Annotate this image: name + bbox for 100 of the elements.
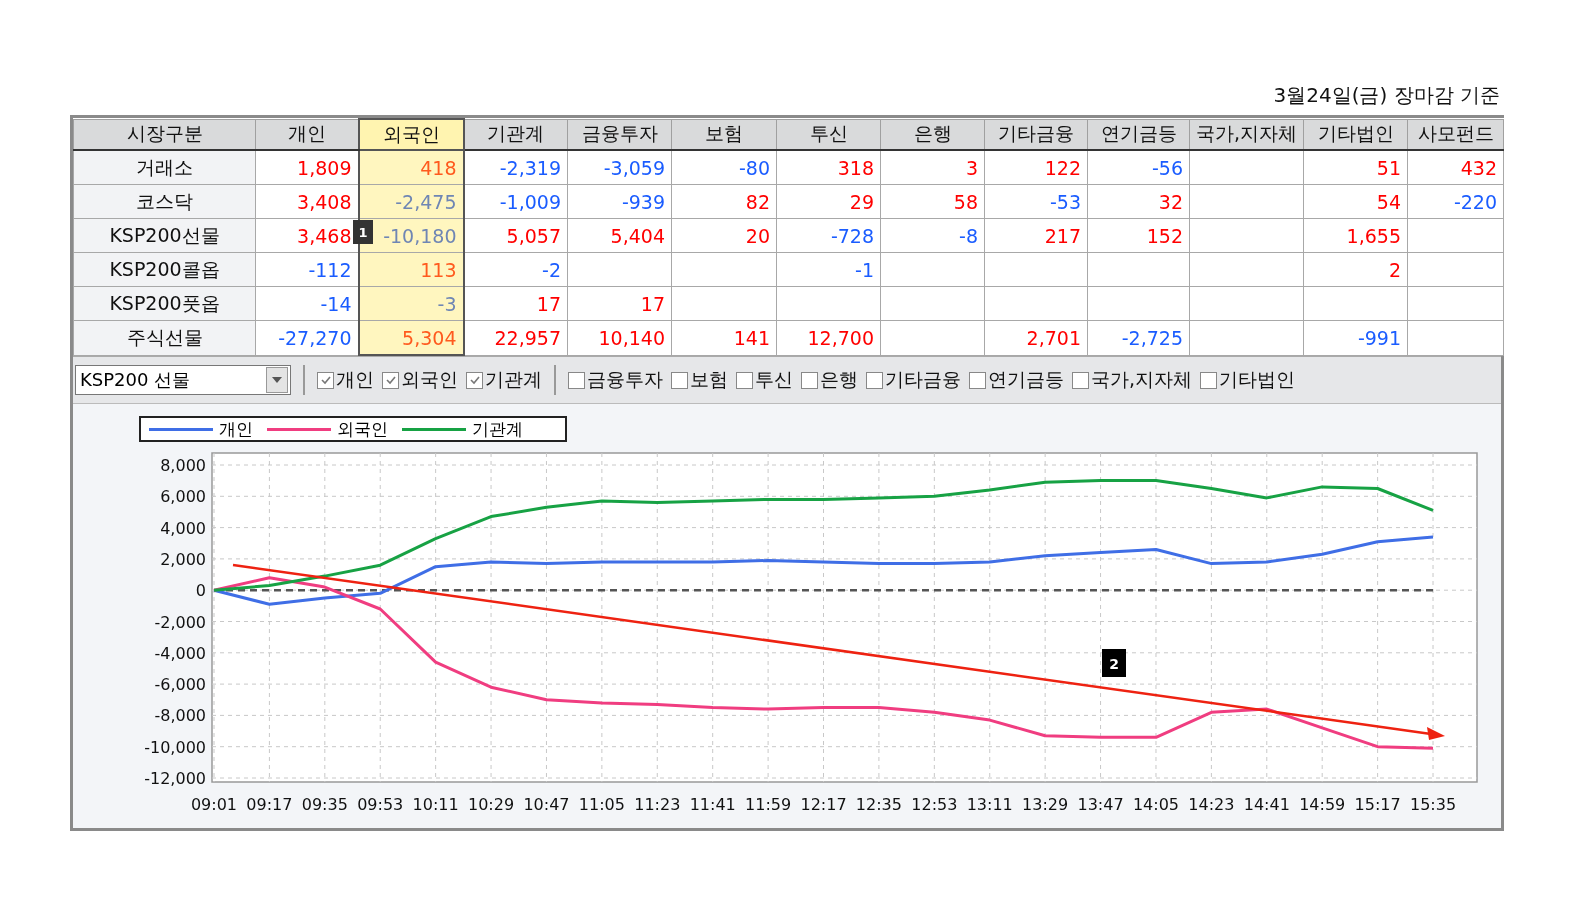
table-cell: 141 [671, 320, 777, 355]
table-cell: 54 [1303, 184, 1408, 219]
table-cell: 217 [984, 218, 1088, 253]
table-cell: 5,304 [358, 320, 464, 355]
investor-checkbox[interactable]: 연기금등 [969, 367, 1064, 393]
x-tick-label: 14:23 [1188, 795, 1235, 814]
table-cell: -2,475 [358, 184, 464, 219]
y-tick-label: -8,000 [154, 706, 206, 726]
table-cell: -2 [463, 252, 568, 287]
x-tick-label: 10:11 [412, 795, 459, 814]
y-tick-label: -12,000 [144, 769, 206, 788]
column-header[interactable]: 기관계 [463, 119, 568, 150]
table-cell: 58 [880, 184, 985, 219]
investor-checkbox[interactable]: 외국인 [382, 367, 458, 393]
column-header[interactable]: 개인 [255, 119, 359, 150]
table-cell: 32 [1087, 184, 1190, 219]
number-badge: 2 [1102, 649, 1126, 677]
row-header: 거래소 [73, 150, 256, 185]
investor-checkbox[interactable]: 보험 [671, 367, 728, 393]
investor-checkbox[interactable]: 기타법인 [1200, 367, 1296, 393]
investor-checkbox[interactable]: 은행 [801, 367, 858, 393]
table-cell: -220 [1407, 184, 1504, 219]
investor-checkbox[interactable]: 국가,지자체 [1072, 367, 1193, 393]
table-cell: -80 [671, 150, 777, 185]
table-cell: 432 [1407, 150, 1504, 185]
x-tick-label: 14:59 [1299, 795, 1346, 814]
y-tick-label: -2,000 [154, 612, 206, 632]
table-cell: 22,957 [463, 320, 568, 355]
table-cell: -8 [880, 218, 985, 253]
market-dropdown[interactable]: KSP200 선물 [75, 365, 291, 395]
investor-checkbox[interactable]: 기타금융 [866, 367, 961, 393]
column-header[interactable]: 시장구분 [73, 119, 256, 150]
table-cell: -56 [1087, 150, 1190, 185]
row-header: 코스닥 [73, 184, 256, 219]
row-header: KSP200선물 [73, 218, 256, 253]
x-tick-label: 13:11 [966, 795, 1013, 814]
table-cell: -1 [776, 252, 881, 287]
table-cell: -939 [567, 184, 672, 219]
x-tick-label: 14:41 [1243, 795, 1290, 814]
column-header[interactable]: 기타금융 [984, 119, 1088, 150]
x-tick-label: 13:29 [1022, 795, 1069, 814]
table-cell: -3,059 [567, 150, 672, 185]
x-tick-label: 15:17 [1354, 795, 1401, 814]
investor-checkbox[interactable]: 개인 [317, 367, 374, 393]
table-cell: -2,319 [463, 150, 568, 185]
table-cell: 10,140 [567, 320, 672, 355]
investor-checkbox[interactable]: 투신 [736, 367, 793, 393]
column-header[interactable]: 연기금등 [1087, 119, 1190, 150]
investor-checkbox[interactable]: 금융투자 [568, 367, 663, 393]
x-tick-label: 10:47 [523, 795, 570, 814]
column-header[interactable]: 보험 [671, 119, 777, 150]
column-header[interactable]: 외국인 [358, 119, 464, 150]
table-cell: -728 [776, 218, 881, 253]
number-badge: 1 [353, 220, 373, 244]
table-cell: 17 [463, 286, 568, 321]
table-cell: -53 [984, 184, 1088, 219]
x-tick-label: 14:05 [1132, 795, 1179, 814]
table-cell: 3 [880, 150, 985, 185]
y-tick-label: 4,000 [160, 518, 206, 538]
x-tick-label: 12:53 [911, 795, 958, 814]
x-tick-label: 12:35 [855, 795, 902, 814]
table-cell: -991 [1303, 320, 1408, 355]
table-cell: 20 [671, 218, 777, 253]
legend-label: 개인 [219, 417, 253, 441]
table-cell: 318 [776, 150, 881, 185]
y-tick-label: 2,000 [160, 549, 206, 569]
y-tick-label: 8,000 [160, 456, 206, 475]
legend-label: 기관계 [472, 417, 523, 441]
table-cell: 29 [776, 184, 881, 219]
row-header: KSP200콜옵 [73, 252, 256, 287]
x-tick-label: 11:59 [745, 795, 792, 814]
column-header[interactable]: 투신 [776, 119, 881, 150]
column-header[interactable]: 사모펀드 [1407, 119, 1504, 150]
x-tick-label: 11:23 [634, 795, 681, 814]
column-header[interactable]: 은행 [880, 119, 985, 150]
date-caption: 3월24일(금) 장마감 기준 [1272, 82, 1500, 109]
table-cell: 12,700 [776, 320, 881, 355]
investor-checkbox[interactable]: 기관계 [466, 367, 542, 393]
table-cell: 113 [358, 252, 464, 287]
table-cell: -1,009 [463, 184, 568, 219]
table-cell: 51 [1303, 150, 1408, 185]
y-tick-label: -4,000 [154, 643, 206, 663]
legend-label: 외국인 [337, 417, 388, 441]
x-tick-label: 12:17 [800, 795, 847, 814]
table-cell: 152 [1087, 218, 1190, 253]
table-cell: -2,725 [1087, 320, 1190, 355]
x-tick-label: 10:29 [468, 795, 515, 814]
x-tick-label: 09:53 [357, 795, 404, 814]
table-cell: 2,701 [984, 320, 1088, 355]
table-cell: 418 [358, 150, 464, 185]
table-cell: 82 [671, 184, 777, 219]
y-tick-label: -6,000 [154, 675, 206, 695]
column-header[interactable]: 금융투자 [567, 119, 672, 150]
column-header[interactable]: 국가,지자체 [1189, 119, 1304, 150]
y-tick-label: -10,000 [144, 737, 206, 757]
table-cell: 2 [1303, 252, 1408, 287]
table-cell: 17 [567, 286, 672, 321]
column-header[interactable]: 기타법인 [1303, 119, 1408, 150]
table-cell: 5,404 [567, 218, 672, 253]
x-tick-label: 11:41 [689, 795, 736, 814]
